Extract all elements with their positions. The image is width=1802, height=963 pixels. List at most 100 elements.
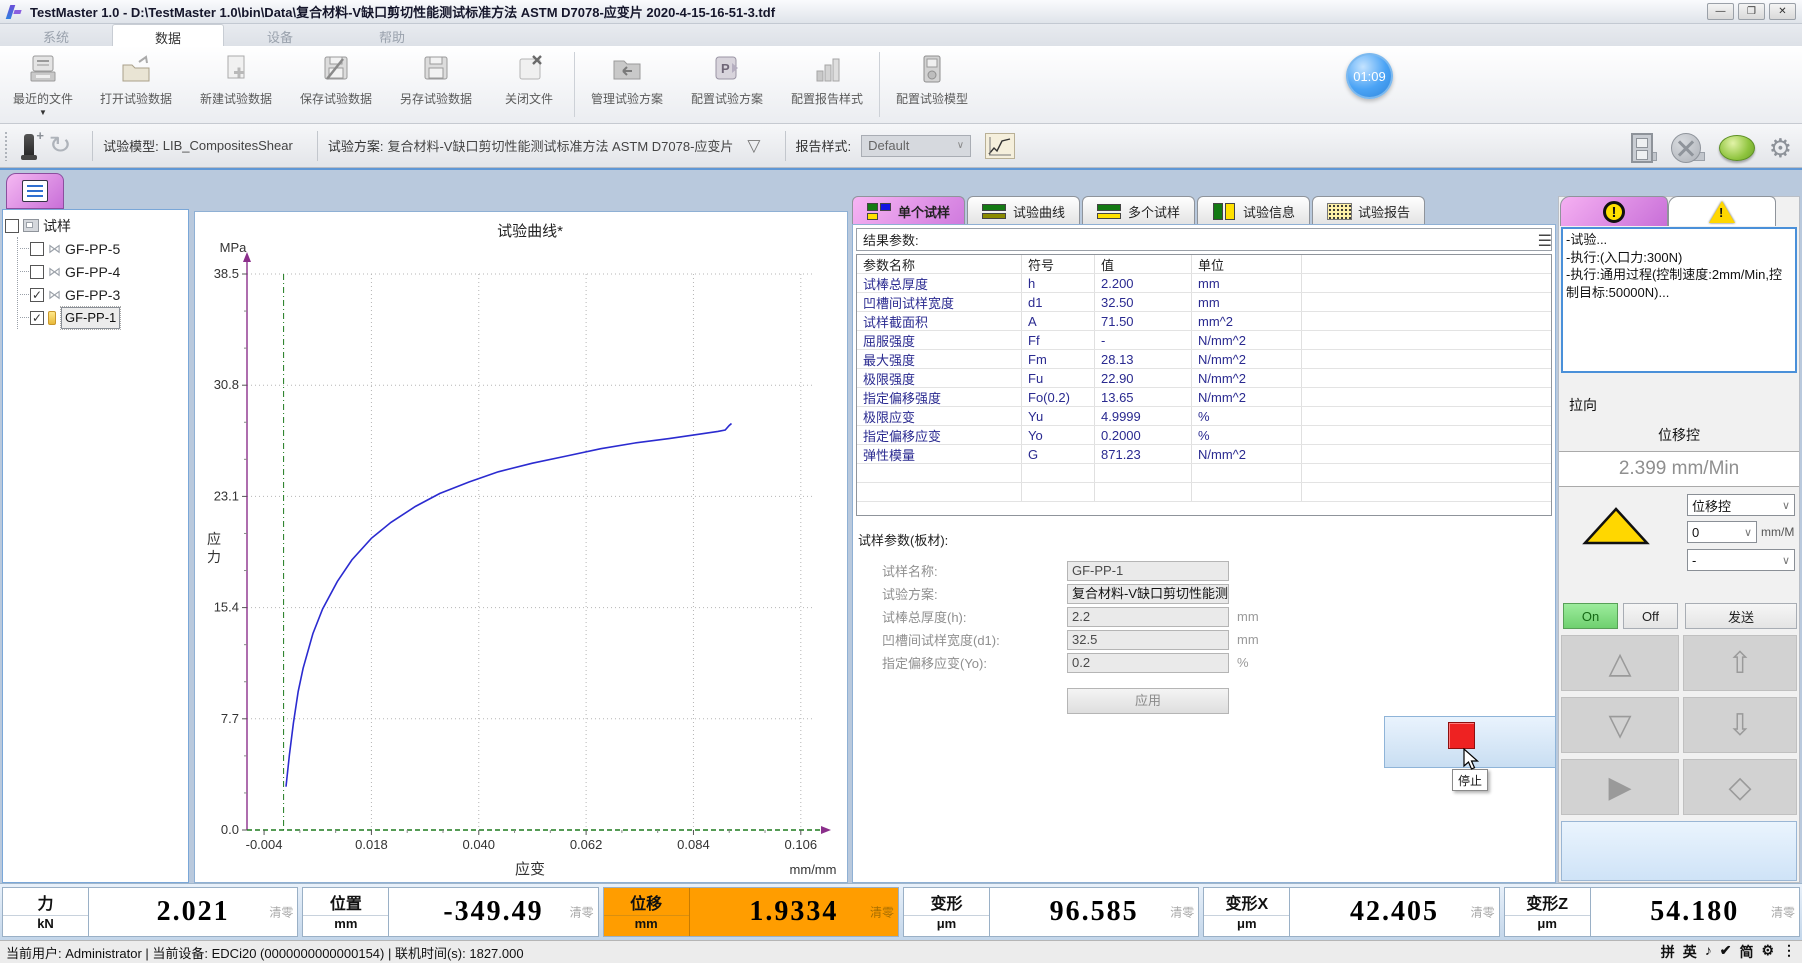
apply-button[interactable]: 应用 (1067, 688, 1229, 714)
ime-icon[interactable]: ♪ (1705, 942, 1712, 962)
tab-单个试样[interactable]: 单个试样 (852, 196, 965, 225)
clear-button[interactable]: 清零 (570, 904, 594, 921)
ribbon-button-关闭文件[interactable]: 关闭文件 (486, 46, 572, 123)
tree-root[interactable]: 试样 (5, 214, 186, 237)
results-table[interactable]: 参数名称符号值单位试棒总厚度h2.200mm凹槽间试样宽度d132.50mm试样… (856, 254, 1552, 516)
field-input[interactable]: 32.5 (1067, 630, 1229, 650)
ribbon-button-打开试验数据[interactable]: 打开试验数据 (86, 46, 186, 123)
ime-icon[interactable]: ⋮ (1782, 942, 1796, 962)
checkbox[interactable] (30, 265, 44, 279)
table-row[interactable]: 最大强度Fm28.13N/mm^2 (857, 350, 1551, 369)
clear-button[interactable]: 清零 (269, 904, 293, 921)
tree-item-GF-PP-4[interactable]: ⋈GF-PP-4 (20, 260, 186, 283)
field-input[interactable]: 复合材料-V缺口剪切性能测 (1067, 584, 1229, 604)
maximize-button[interactable]: ❐ (1738, 3, 1765, 20)
toolbar-grip[interactable] (4, 131, 8, 161)
tab-sample-list[interactable] (6, 173, 64, 209)
tree-item-GF-PP-1[interactable]: ✓GF-PP-1 (20, 306, 186, 329)
checkbox[interactable] (5, 219, 19, 233)
add-sensor-icon[interactable]: + (24, 134, 34, 158)
clear-button[interactable]: 清零 (1471, 904, 1495, 921)
checkbox[interactable]: ✓ (30, 288, 44, 302)
aux-select[interactable]: -∨ (1687, 549, 1795, 571)
ime-icon[interactable]: ✔ (1720, 942, 1732, 962)
tab-messages[interactable]: ! (1560, 196, 1668, 226)
fast-up-button[interactable]: △ (1561, 635, 1679, 691)
table-row[interactable]: 弹性模量G871.23N/mm^2 (857, 445, 1551, 464)
ribbon-button-配置试验方案[interactable]: P配置试验方案 (677, 46, 777, 123)
ribbon-button-保存试验数据[interactable]: 保存试验数据 (286, 46, 386, 123)
tab-多个试样[interactable]: 多个试样 (1082, 196, 1195, 225)
ribbon-button-管理试验方案[interactable]: 管理试验方案 (577, 46, 677, 123)
curve-chart: 0.07.715.423.130.838.5-0.0040.0180.0400.… (194, 211, 848, 883)
save-as-icon (418, 52, 454, 86)
tab-试验报告[interactable]: 试验报告 (1312, 196, 1425, 225)
field-input[interactable]: GF-PP-1 (1067, 561, 1229, 581)
ribbon-button-label: 打开试验数据 (100, 90, 172, 107)
refresh-icon[interactable]: ↻ (48, 131, 71, 160)
ime-icon[interactable]: ⚙ (1761, 942, 1774, 962)
curve-preview-icon[interactable] (985, 133, 1015, 159)
table-row[interactable]: 指定偏移应变Yo0.2000% (857, 426, 1551, 445)
panel-menu-icon[interactable]: ☰ (1538, 231, 1552, 251)
tab-warnings[interactable]: ! (1668, 196, 1776, 226)
clear-button[interactable]: 清零 (1170, 904, 1194, 921)
ime-icon[interactable]: 简 (1739, 942, 1753, 962)
minimize-button[interactable]: — (1707, 3, 1734, 20)
clamp-button[interactable]: ◇ (1683, 759, 1797, 815)
column-header[interactable]: 参数名称 (857, 255, 1022, 273)
scheme-dropdown-icon[interactable]: ▽ (747, 136, 760, 156)
ribbon-button-新建试验数据[interactable]: 新建试验数据 (186, 46, 286, 123)
field-input[interactable]: 2.2 (1067, 607, 1229, 627)
run-button[interactable]: ▶ (1561, 759, 1679, 815)
off-button[interactable]: Off (1623, 603, 1678, 629)
send-button[interactable]: 发送 (1685, 603, 1797, 629)
ribbon-button-配置试验模型[interactable]: 配置试验模型 (882, 46, 982, 123)
menu-tab-设备[interactable]: 设备 (224, 24, 336, 46)
stop-button[interactable] (1448, 722, 1475, 749)
table-row[interactable]: 试棒总厚度h2.200mm (857, 274, 1551, 293)
svg-text:23.1: 23.1 (214, 488, 239, 503)
menu-tab-数据[interactable]: 数据 (112, 24, 224, 46)
tab-试验信息[interactable]: 试验信息 (1197, 196, 1310, 225)
target-value-select[interactable]: 0∨ (1687, 521, 1757, 543)
table-row[interactable]: 屈服强度Ff-N/mm^2 (857, 331, 1551, 350)
table-row[interactable]: 凹槽间试样宽度d132.50mm (857, 293, 1551, 312)
ribbon-button-最近的文件[interactable]: 最近的文件▼ (0, 46, 86, 123)
ribbon-button-配置报告样式[interactable]: 配置报告样式 (777, 46, 877, 123)
tab-试验曲线[interactable]: 试验曲线 (967, 196, 1080, 225)
column-header[interactable]: 值 (1095, 255, 1192, 273)
svg-text:0.040: 0.040 (462, 837, 495, 852)
machine-icon[interactable] (1631, 133, 1653, 163)
report-style-select[interactable]: Default ∨ (861, 135, 971, 157)
checkbox[interactable]: ✓ (30, 311, 44, 325)
clear-button[interactable]: 清零 (1771, 904, 1795, 921)
menu-tab-帮助[interactable]: 帮助 (336, 24, 448, 46)
ime-icon[interactable]: 拼 (1661, 942, 1675, 962)
menu-tab-系统[interactable]: 系统 (0, 24, 112, 46)
on-button[interactable]: On (1563, 603, 1618, 629)
tree-item-GF-PP-3[interactable]: ✓⋈GF-PP-3 (20, 283, 186, 306)
clear-button[interactable]: 清零 (870, 904, 894, 921)
close-button[interactable]: ✕ (1769, 3, 1796, 20)
test-curve-plot[interactable]: 0.07.715.423.130.838.5-0.0040.0180.0400.… (195, 212, 847, 882)
table-row[interactable]: 试样截面积A71.50mm^2 (857, 312, 1551, 331)
table-row[interactable]: 指定偏移强度Fo(0.2)13.65N/mm^2 (857, 388, 1551, 407)
table-row[interactable]: 极限强度Fu22.90N/mm^2 (857, 369, 1551, 388)
ime-icon[interactable]: 英 (1683, 942, 1697, 962)
control-mode-select[interactable]: 位移控∨ (1687, 494, 1795, 516)
jog-up-button[interactable]: ⇧ (1683, 635, 1797, 691)
column-header[interactable]: 单位 (1192, 255, 1302, 273)
tree-item-GF-PP-5[interactable]: ⋈GF-PP-5 (20, 237, 186, 260)
ribbon-button-另存试验数据[interactable]: 另存试验数据 (386, 46, 486, 123)
tree-item-label: GF-PP-5 (65, 241, 120, 257)
checkbox[interactable] (30, 242, 44, 256)
jog-down-button[interactable]: ⇩ (1683, 697, 1797, 753)
table-row[interactable]: 极限应变Yu4.9999% (857, 407, 1551, 426)
disconnect-icon[interactable] (1671, 133, 1701, 163)
settings-gear-icon[interactable]: ⚙ (1769, 133, 1792, 164)
table-cell: Fu (1022, 369, 1095, 387)
field-input[interactable]: 0.2 (1067, 653, 1229, 673)
column-header[interactable]: 符号 (1022, 255, 1095, 273)
fast-down-button[interactable]: ▽ (1561, 697, 1679, 753)
